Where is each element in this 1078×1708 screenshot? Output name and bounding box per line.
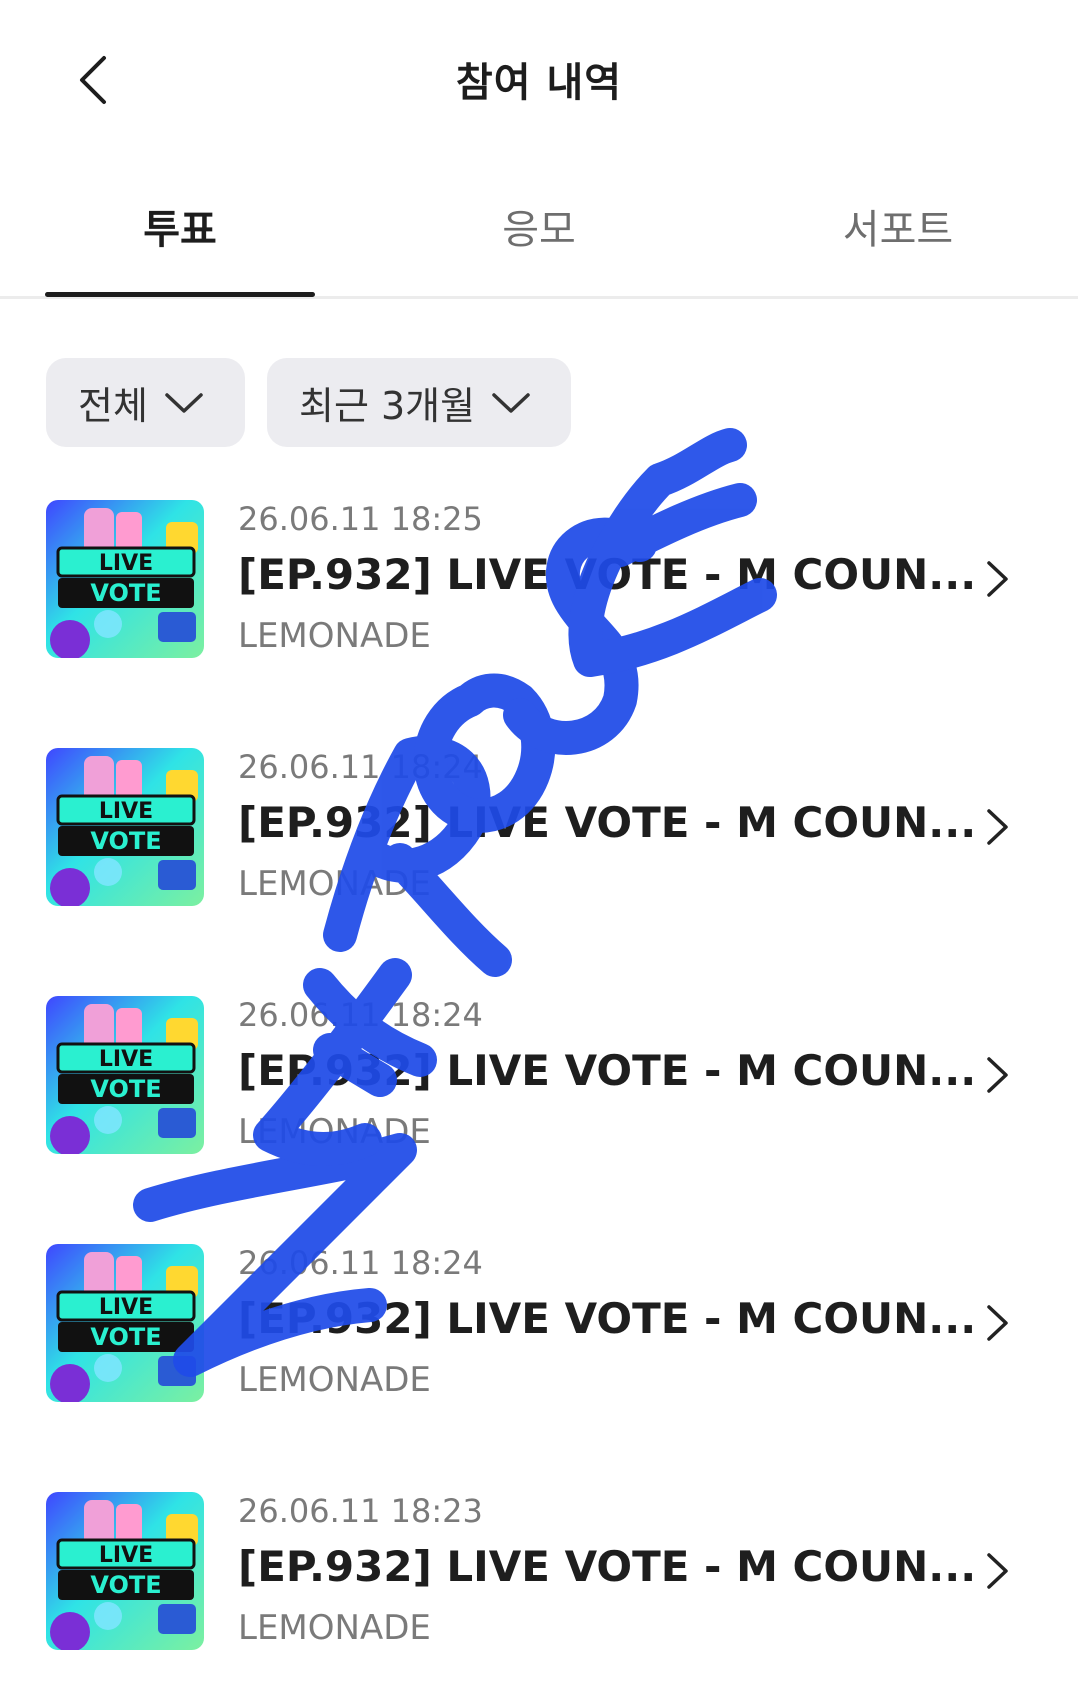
live-vote-thumbnail: LIVE VOTE (46, 748, 204, 906)
chevron-right-icon (987, 809, 1008, 845)
item-date: 26.06.11 18:24 (238, 748, 483, 786)
item-date: 26.06.11 18:24 (238, 996, 483, 1034)
item-artist: LEMONADE (238, 616, 431, 656)
live-vote-thumbnail: LIVE VOTE (46, 1244, 204, 1402)
tab-bar: 투표 응모 서포트 (0, 175, 1078, 299)
item-title: [EP.932] LIVE VOTE - M COUN... (238, 1294, 977, 1343)
page-title: 참여 내역 (455, 60, 623, 106)
thumbnail-text-live: LIVE (99, 1543, 153, 1568)
chevron-right-icon (987, 1057, 1008, 1093)
list-item[interactable]: LIVE VOTE 26.06.11 18:24 [EP.932] LIVE VOTE… (0, 748, 1078, 908)
thumbnail-text-live: LIVE (99, 1295, 153, 1320)
list-item[interactable]: LIVE VOTE 26.06.11 18:24 [EP.932] LIVE VOTE… (0, 996, 1078, 1156)
thumbnail-text-vote: VOTE (90, 1075, 161, 1103)
item-title: [EP.932] LIVE VOTE - M COUN... (238, 798, 977, 847)
item-title: [EP.932] LIVE VOTE - M COUN... (238, 1046, 977, 1095)
thumbnail-text-vote: VOTE (90, 827, 161, 855)
thumbnail-text-live: LIVE (99, 1047, 153, 1072)
item-title: [EP.932] LIVE VOTE - M COUN... (238, 550, 977, 599)
thumbnail-text-live: LIVE (99, 799, 153, 824)
live-vote-thumbnail: LIVE VOTE (46, 1492, 204, 1650)
item-date: 26.06.11 18:25 (238, 500, 483, 538)
item-artist: LEMONADE (238, 1360, 431, 1400)
filter-period-label: 최근 3개월 (299, 384, 476, 428)
item-artist: LEMONADE (238, 864, 431, 904)
filter-period-dropdown[interactable]: 최근 3개월 (267, 358, 571, 447)
item-artist: LEMONADE (238, 1608, 431, 1648)
item-date: 26.06.11 18:24 (238, 1244, 483, 1282)
chevron-down-icon (492, 392, 530, 413)
list-item[interactable]: LIVE VOTE 26.06.11 18:24 [EP.932] LIVE VOTE… (0, 1244, 1078, 1404)
item-artist: LEMONADE (238, 1112, 431, 1152)
thumbnail-text-vote: VOTE (90, 579, 161, 607)
tab-entry[interactable]: 응모 (359, 197, 719, 255)
list-item[interactable]: LIVE VOTE 26.06.11 18:23 [EP.932] LIVE VOTE… (0, 1492, 1078, 1652)
item-date: 26.06.11 18:23 (238, 1492, 483, 1530)
chevron-right-icon (987, 1553, 1008, 1589)
live-vote-thumbnail: LIVE VOTE (46, 500, 204, 658)
thumbnail-text-vote: VOTE (90, 1571, 161, 1599)
active-tab-indicator (45, 292, 315, 297)
chevron-right-icon (987, 561, 1008, 597)
tab-vote[interactable]: 투표 (0, 197, 360, 255)
tab-support[interactable]: 서포트 (718, 197, 1078, 255)
chevron-down-icon (165, 392, 203, 413)
filter-category-label: 전체 (78, 384, 148, 428)
thumbnail-text-vote: VOTE (90, 1323, 161, 1351)
header: 참여 내역 (0, 0, 1078, 150)
live-vote-thumbnail: LIVE VOTE (46, 996, 204, 1154)
chevron-right-icon (987, 1305, 1008, 1341)
list-item[interactable]: LIVE VOTE 26.06.11 18:25 [EP.932] LIVE VOTE… (0, 500, 1078, 660)
filter-category-dropdown[interactable]: 전체 (46, 358, 245, 447)
item-title: [EP.932] LIVE VOTE - M COUN... (238, 1542, 977, 1591)
thumbnail-text-live: LIVE (99, 551, 153, 576)
